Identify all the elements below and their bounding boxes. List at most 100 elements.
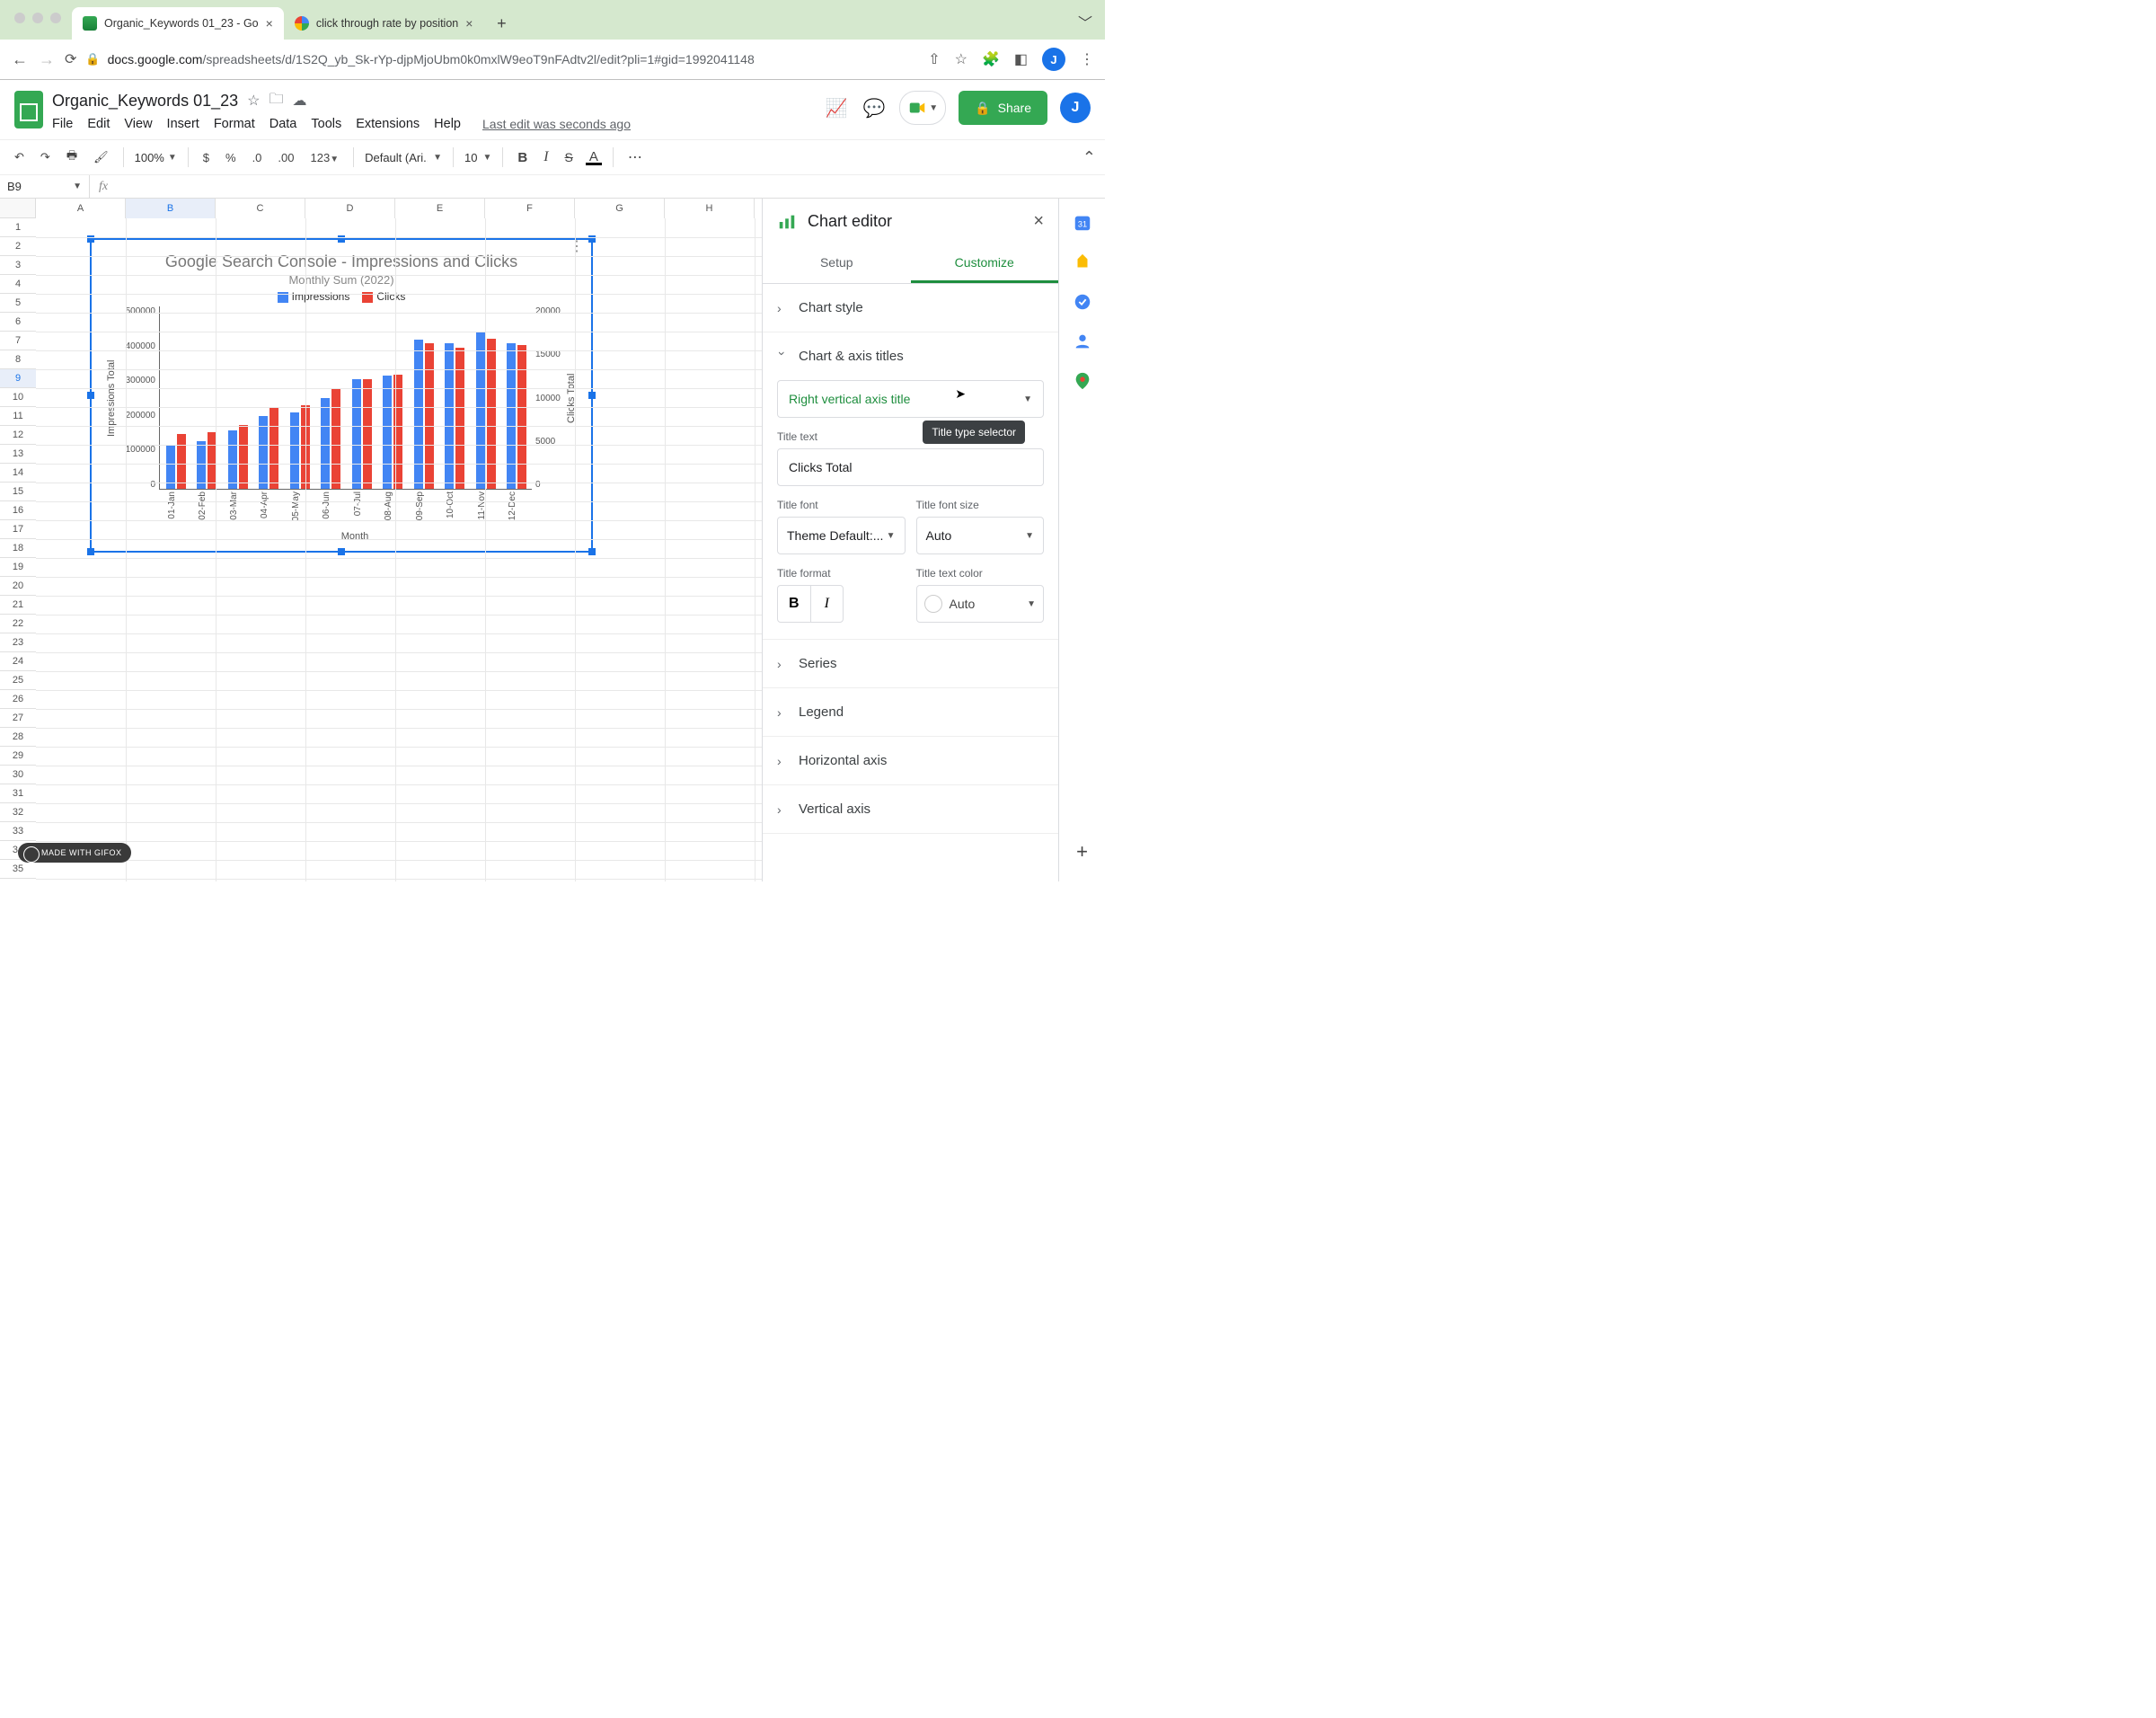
row-header[interactable]: 16 — [0, 501, 36, 520]
close-icon[interactable]: × — [465, 16, 473, 31]
row-header[interactable]: 5 — [0, 294, 36, 313]
row-header[interactable]: 13 — [0, 445, 36, 464]
row-header[interactable]: 32 — [0, 803, 36, 822]
row-header[interactable]: 20 — [0, 577, 36, 596]
menu-data[interactable]: Data — [270, 117, 297, 131]
bold-button[interactable]: B — [514, 148, 531, 167]
forward-button[interactable]: → — [38, 50, 56, 69]
section-chart-style[interactable]: ›Chart style — [763, 284, 1058, 332]
account-avatar[interactable]: J — [1060, 93, 1091, 123]
extensions-icon[interactable]: 🧩 — [982, 50, 1000, 68]
undo-button[interactable]: ↶ — [11, 148, 28, 166]
minimize-window-icon[interactable] — [32, 13, 43, 23]
row-header[interactable]: 6 — [0, 313, 36, 332]
bookmark-icon[interactable]: ☆ — [955, 50, 968, 68]
menu-file[interactable]: File — [52, 117, 73, 131]
row-header[interactable]: 29 — [0, 747, 36, 766]
add-addon-button[interactable]: + — [1076, 840, 1088, 863]
print-button[interactable]: 🖶 — [63, 146, 81, 169]
title-type-select[interactable]: Right vertical axis title ▼ ➤ Title type… — [777, 380, 1044, 418]
row-header[interactable]: 25 — [0, 671, 36, 690]
menu-edit[interactable]: Edit — [87, 117, 110, 131]
title-font-select[interactable]: Theme Default:...▼ — [777, 517, 906, 554]
row-header[interactable]: 7 — [0, 332, 36, 350]
menu-view[interactable]: View — [124, 117, 152, 131]
menu-tools[interactable]: Tools — [311, 117, 341, 131]
row-header[interactable]: 21 — [0, 596, 36, 615]
increase-decimal-button[interactable]: .00 — [274, 149, 297, 166]
row-header[interactable]: 15 — [0, 483, 36, 501]
row-header[interactable]: 10 — [0, 388, 36, 407]
row-header[interactable]: 12 — [0, 426, 36, 445]
sidepanel-icon[interactable]: ◧ — [1014, 50, 1028, 68]
title-text-input[interactable] — [777, 448, 1044, 486]
row-header[interactable]: 28 — [0, 728, 36, 747]
tasks-icon[interactable] — [1073, 292, 1092, 312]
menu-extensions[interactable]: Extensions — [356, 117, 420, 131]
font-size-select[interactable]: 10▼ — [464, 151, 491, 164]
column-header[interactable]: B — [126, 199, 216, 218]
text-color-button[interactable]: A — [586, 150, 602, 165]
keep-icon[interactable] — [1073, 252, 1092, 272]
contacts-icon[interactable] — [1073, 332, 1092, 351]
redo-button[interactable]: ↷ — [37, 148, 54, 166]
collapse-toolbar-button[interactable]: ⌃ — [1082, 148, 1096, 167]
chrome-menu-icon[interactable]: ⋮ — [1080, 50, 1094, 68]
title-text-color-select[interactable]: Auto ▼ — [916, 585, 1045, 623]
column-header[interactable]: A — [36, 199, 126, 218]
section-series[interactable]: ›Series — [763, 640, 1058, 687]
close-window-icon[interactable] — [14, 13, 25, 23]
row-header[interactable]: 14 — [0, 464, 36, 483]
activity-icon[interactable]: 📈 — [824, 97, 849, 120]
row-header[interactable]: 1 — [0, 218, 36, 237]
name-box[interactable]: B9▼ — [0, 175, 90, 199]
row-header[interactable]: 23 — [0, 633, 36, 652]
share-icon[interactable]: ⇧ — [928, 50, 940, 68]
row-header[interactable]: 18 — [0, 539, 36, 558]
tabs-menu-icon[interactable]: ﹀ — [1078, 11, 1092, 32]
column-header[interactable]: F — [485, 199, 575, 218]
column-header[interactable]: D — [305, 199, 395, 218]
menu-format[interactable]: Format — [214, 117, 255, 131]
calendar-icon[interactable]: 31 — [1073, 213, 1092, 233]
share-button[interactable]: 🔒 Share — [959, 91, 1047, 125]
profile-avatar[interactable]: J — [1042, 48, 1065, 71]
row-header[interactable]: 26 — [0, 690, 36, 709]
row-header[interactable]: 17 — [0, 520, 36, 539]
column-header[interactable]: C — [216, 199, 305, 218]
column-header[interactable]: G — [575, 199, 665, 218]
currency-button[interactable]: $ — [199, 149, 213, 166]
row-header[interactable]: 30 — [0, 766, 36, 784]
more-formats-button[interactable]: 123▼ — [306, 149, 342, 166]
section-horizontal-axis[interactable]: ›Horizontal axis — [763, 737, 1058, 784]
back-button[interactable]: ← — [11, 50, 29, 69]
window-controls[interactable] — [14, 13, 61, 23]
last-edit-link[interactable]: Last edit was seconds ago — [482, 117, 631, 131]
column-header[interactable]: H — [665, 199, 755, 218]
meet-button[interactable]: ▼ — [899, 91, 946, 125]
star-icon[interactable]: ☆ — [247, 92, 260, 110]
bold-button[interactable]: B — [778, 586, 811, 622]
percent-button[interactable]: % — [222, 149, 240, 166]
select-all-corner[interactable] — [0, 199, 36, 218]
cloud-status-icon[interactable]: ☁ — [292, 92, 306, 110]
paint-format-button[interactable]: 🖌 — [90, 148, 112, 166]
section-vertical-axis[interactable]: ›Vertical axis — [763, 785, 1058, 833]
browser-tab[interactable]: Organic_Keywords 01_23 - Go × — [72, 7, 284, 40]
more-toolbar-button[interactable]: ⋯ — [624, 146, 648, 168]
row-header[interactable]: 19 — [0, 558, 36, 577]
decrease-decimal-button[interactable]: .0 — [249, 149, 266, 166]
menu-help[interactable]: Help — [434, 117, 461, 131]
menu-insert[interactable]: Insert — [167, 117, 199, 131]
zoom-window-icon[interactable] — [50, 13, 61, 23]
column-header[interactable]: E — [395, 199, 485, 218]
close-icon[interactable]: × — [1033, 211, 1044, 232]
reload-button[interactable]: ⟳ — [65, 50, 76, 68]
italic-button[interactable]: I — [540, 147, 552, 167]
section-legend[interactable]: ›Legend — [763, 688, 1058, 736]
row-header[interactable]: 35 — [0, 860, 36, 879]
row-header[interactable]: 8 — [0, 350, 36, 369]
tab-setup[interactable]: Setup — [763, 244, 911, 283]
move-icon[interactable]: 🗀 — [269, 89, 283, 113]
row-header[interactable]: 9 — [0, 369, 36, 388]
